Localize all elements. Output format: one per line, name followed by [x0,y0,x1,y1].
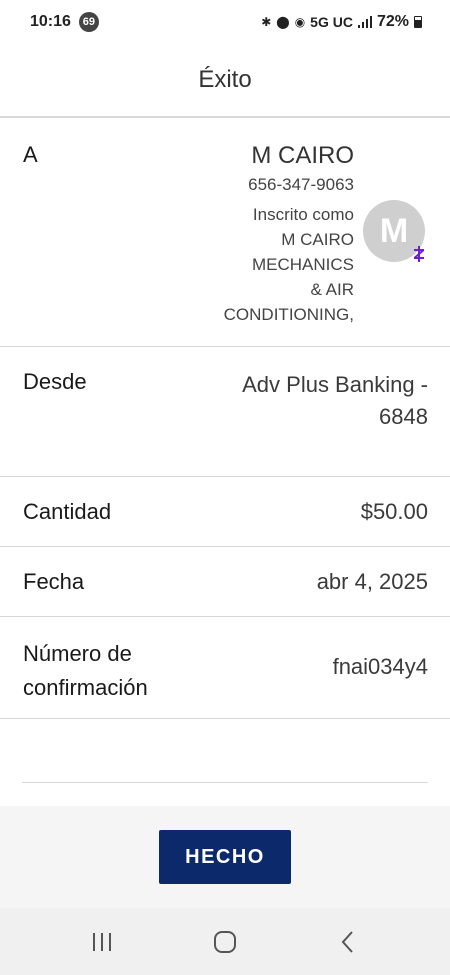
page-header: Éxito [0,44,450,118]
enrolled-line: MECHANICS [251,255,354,274]
hotspot-icon: ◉ [294,15,306,29]
enrolled-line: M CAIRO [281,230,354,249]
from-label: Desde [23,369,87,394]
confirmation-label-line: Número de [23,641,132,666]
signal-icon [357,16,372,28]
date-row: Fecha abr 4, 2025 [0,547,450,617]
network-label: 5G UC [310,14,353,30]
status-bar: 10:16 69 ✱ ⬤ ◉ 5G UC 72% [0,0,450,44]
from-account-number: 6848 [379,404,428,429]
confirmation-row: Número de confirmación fnai034y4 [0,617,450,719]
recipient-enrolled-text: Inscrito como M CAIRO MECHANICS & AIR CO… [154,202,354,327]
from-value: Adv Plus Banking - 6848 [242,369,428,433]
recipient-phone: 656-347-9063 [248,175,354,194]
home-icon [213,930,236,953]
battery-percent: 72% [376,13,409,30]
page-title: Éxito [198,66,252,93]
confirmation-label: Número de confirmación [23,637,148,705]
notification-count-badge: 69 [78,12,99,32]
amount-row: Cantidad $50.00 [0,477,450,547]
recipient-label: A [23,142,38,167]
battery-icon [414,16,422,28]
divider [22,782,428,783]
recent-apps-button[interactable] [82,922,122,962]
enrolled-line: CONDITIONING, [223,305,354,324]
amount-label: Cantidad [23,499,112,524]
from-row: Desde Adv Plus Banking - 6848 [0,347,450,477]
date-value: abr 4, 2025 [316,569,428,594]
recent-apps-icon [92,932,111,951]
date-label: Fecha [23,569,85,594]
recipient-row: A M CAIRO 656-347-9063 Inscrito como M C… [0,120,450,347]
status-left: 10:16 69 [30,12,99,32]
bluetooth-icon: ✱ [261,15,272,29]
back-button[interactable] [328,922,368,962]
status-time: 10:16 [30,13,71,30]
amount-value: $50.00 [360,499,428,524]
action-footer: HECHO [0,806,450,908]
done-button[interactable]: HECHO [159,830,291,884]
zelle-icon [411,245,427,263]
back-icon [341,930,354,953]
recipient-name: M CAIRO [251,142,354,169]
location-icon: ⬤ [276,15,290,29]
confirmation-label-line: confirmación [23,675,148,700]
enrolled-line: & AIR [310,280,354,299]
status-right: ✱ ⬤ ◉ 5G UC 72% [261,13,422,31]
system-nav-bar [0,908,450,975]
enrolled-line: Inscrito como [252,205,354,224]
from-account-line: Adv Plus Banking - [242,372,428,397]
home-button[interactable] [205,922,245,962]
confirmation-number: fnai034y4 [332,654,428,679]
